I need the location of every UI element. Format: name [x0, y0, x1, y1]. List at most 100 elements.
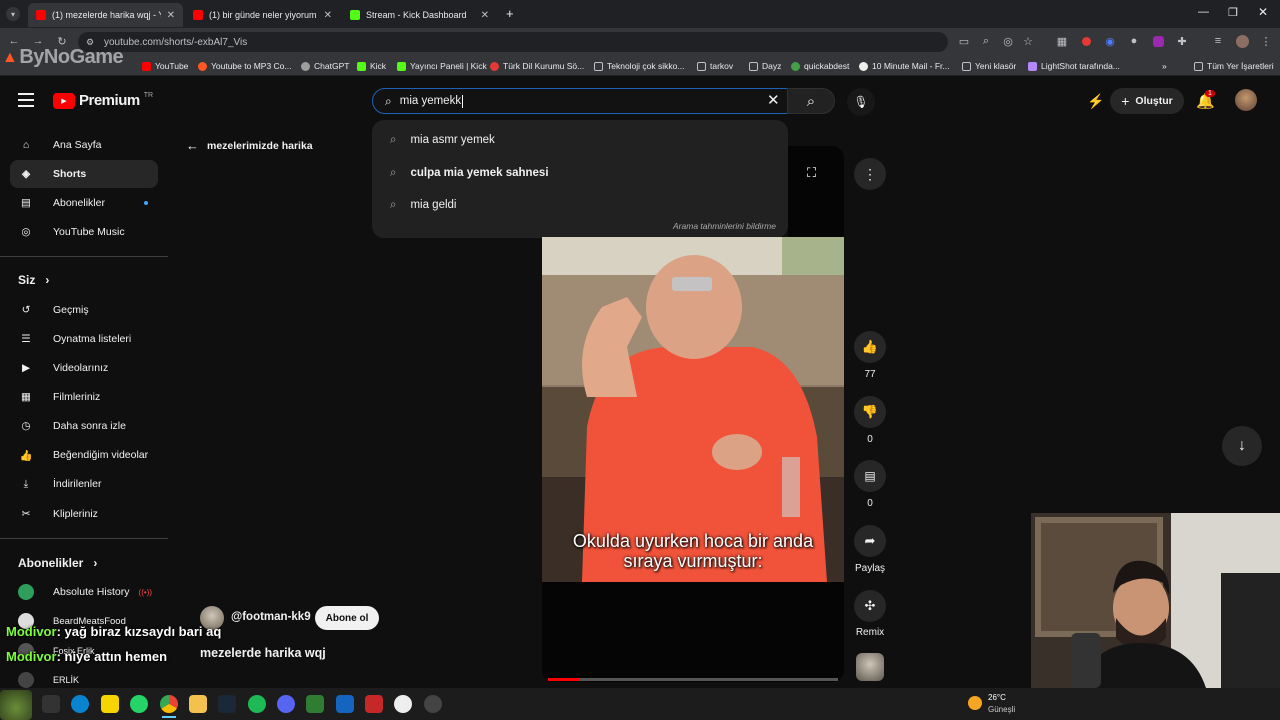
star-icon[interactable]: ☆ [1022, 35, 1034, 48]
sidebar-item-subscriptions[interactable]: ▤ Abonelikler [10, 189, 158, 217]
tab-search-button[interactable]: ▾ [6, 7, 20, 21]
sidebar-item-downloads[interactable]: ⤓ İndirilenler [10, 470, 158, 498]
sidebar-sub-item[interactable]: Absolute History ((•)) [10, 578, 158, 606]
suggestion-item[interactable]: ⌕ mia asmr yemek [390, 129, 495, 151]
comments-button[interactable]: ▤ [854, 460, 886, 492]
fullscreen-icon[interactable]: ⛶ [807, 165, 816, 181]
extension-4-icon[interactable]: ● [1128, 35, 1140, 47]
sidebar-item-liked[interactable]: 👍 Beğendiğim videolar [10, 441, 158, 469]
bookmark-folder[interactable]: Dayz [749, 58, 781, 74]
channel-handle[interactable]: @footman-kk9 [231, 611, 311, 623]
obs-icon[interactable] [424, 695, 442, 713]
file-explorer-icon[interactable] [189, 695, 207, 713]
sidebar-item-home[interactable]: ⌂ Ana Sayfa [10, 131, 158, 159]
browser-menu-icon[interactable]: ⋮ [1260, 35, 1272, 48]
tab-kick[interactable]: Stream - Kick Dashboard ✕ [342, 3, 497, 27]
new-tab-button[interactable]: + [506, 6, 514, 21]
bookmarks-overflow[interactable]: » [1162, 58, 1167, 74]
share-button[interactable]: ➦ [854, 525, 886, 557]
all-bookmarks[interactable]: Tüm Yer İşaretleri [1194, 58, 1274, 74]
bookmark-tdk[interactable]: Türk Dil Kurumu Sö... [490, 58, 584, 74]
search-input[interactable]: ⌕ mia yemekk [372, 88, 788, 114]
subscribe-button[interactable]: Abone ol [315, 606, 379, 630]
chrome-icon[interactable] [160, 695, 178, 713]
sticky-notes-icon[interactable] [101, 695, 119, 713]
account-avatar[interactable] [1235, 89, 1257, 111]
youtube-premium-logo[interactable]: ▶ Premium TR [53, 92, 153, 109]
spotify-icon[interactable] [248, 695, 266, 713]
bookmark-mp3[interactable]: Youtube to MP3 Co... [198, 58, 292, 74]
sidebar-item-watch-later[interactable]: ◷ Daha sonra izle [10, 412, 158, 440]
profile-avatar[interactable] [1236, 35, 1249, 48]
sidebar-item-history[interactable]: ↺ Geçmiş [10, 296, 158, 324]
clear-search-icon[interactable]: ✕ [767, 91, 780, 109]
cast-icon[interactable]: ▭ [958, 35, 970, 48]
weather-temp[interactable]: 26°C [988, 693, 1006, 702]
close-tab-icon[interactable]: ✕ [481, 10, 489, 21]
bookmark-quickabdest[interactable]: quickabdest [791, 58, 849, 74]
extension-1-icon[interactable]: ▦ [1056, 35, 1068, 48]
sidebar-item-music[interactable]: ◎ YouTube Music [10, 218, 158, 246]
steam-icon[interactable] [218, 695, 236, 713]
bookmark-folder[interactable]: Teknoloji çok sikko... [594, 58, 684, 74]
sidebar-item-clips[interactable]: ✂ Klipleriniz [10, 500, 158, 528]
zoom-icon[interactable]: ⌕ [980, 35, 992, 47]
remix-button[interactable]: ✣ [854, 590, 886, 622]
tab-youtube-2[interactable]: (1) bir günde neler yiyorum ✕ [185, 3, 340, 27]
bookmark-youtube[interactable]: YouTube [142, 58, 188, 74]
extensions-puzzle-icon[interactable]: ✚ [1176, 35, 1188, 48]
tab-youtube-active[interactable]: (1) mezelerde harika wqj - YouTube ✕ [28, 3, 183, 27]
sidebar-section-you[interactable]: Siz › [18, 273, 49, 287]
extension-2-icon[interactable] [1082, 37, 1091, 46]
eye-off-icon[interactable]: ◎ [1002, 35, 1014, 48]
bookmark-chatgpt[interactable]: ChatGPT [301, 58, 349, 74]
extension-5-icon[interactable] [1153, 36, 1164, 47]
address-bar[interactable]: youtube.com/shorts/-exbAl7_Vis [78, 32, 948, 52]
minimize-icon[interactable]: — [1198, 6, 1209, 18]
tab-list-icon[interactable]: ≡ [1212, 35, 1224, 47]
back-to-results[interactable]: ← mezelerimizde harika [186, 138, 313, 153]
create-shortcut-icon[interactable]: ⚡ [1087, 93, 1104, 110]
bookmark-10minutemail[interactable]: 10 Minute Mail - Fr... [859, 58, 949, 74]
dislike-button[interactable]: 👎 [854, 396, 886, 428]
sidebar-item-your-videos[interactable]: ▶ Videolarınız [10, 354, 158, 382]
next-short-button[interactable]: ↓ [1222, 426, 1262, 466]
create-button[interactable]: + Oluştur [1110, 88, 1184, 114]
search-icon: ⌕ [385, 93, 392, 108]
like-button[interactable]: 👍 [854, 331, 886, 363]
bookmark-folder[interactable]: tarkov [697, 58, 733, 74]
bookmark-lightshot[interactable]: LightShot tarafında... [1028, 58, 1120, 74]
bookmark-kick-panel[interactable]: Yayıncı Paneli | Kick [397, 58, 487, 74]
bookmark-kick[interactable]: Kick [357, 58, 386, 74]
sidebar-item-playlists[interactable]: ☰ Oynatma listeleri [10, 325, 158, 353]
bookmark-folder[interactable]: Yeni klasör [962, 58, 1016, 74]
start-frog-icon[interactable] [0, 690, 32, 720]
restore-icon[interactable]: ❐ [1228, 6, 1238, 19]
edge-icon[interactable] [71, 695, 89, 713]
voice-search-button[interactable]: 🎙 [847, 88, 875, 116]
close-tab-icon[interactable]: ✕ [167, 10, 175, 21]
report-predictions-link[interactable]: Arama tahminlerini bildirme [673, 221, 776, 231]
sidebar-item-movies[interactable]: ▦ Filmleriniz [10, 383, 158, 411]
short-video[interactable]: Okulda uyurken hoca bir anda sıraya vurm… [542, 237, 844, 582]
whatsapp-icon[interactable] [130, 695, 148, 713]
taskbar-app-icon[interactable] [336, 695, 354, 713]
sidebar-item-shorts[interactable]: ◈ Shorts [10, 160, 158, 188]
taskbar-app-icon[interactable] [42, 695, 60, 713]
suggestion-item[interactable]: ⌕ mia geldi [390, 194, 456, 216]
window-close-icon[interactable]: ✕ [1258, 5, 1268, 19]
sidebar-section-subscriptions[interactable]: Abonelikler › [18, 556, 97, 570]
audio-thumbnail[interactable] [856, 653, 884, 681]
discord-icon[interactable] [277, 695, 295, 713]
taskbar-app-icon[interactable] [394, 695, 412, 713]
close-tab-icon[interactable]: ✕ [324, 10, 332, 21]
suggestion-item[interactable]: ⌕ culpa mia yemek sahnesi [390, 162, 549, 184]
hamburger-menu-icon[interactable] [18, 93, 34, 107]
progress-track[interactable] [548, 678, 838, 681]
more-options-button[interactable]: ⋮ [854, 158, 886, 190]
taskbar-app-icon[interactable] [306, 695, 324, 713]
lightshot-icon [1028, 61, 1037, 71]
acrobat-icon[interactable] [365, 695, 383, 713]
search-button[interactable]: ⌕ [787, 88, 835, 114]
extension-3-icon[interactable]: ◉ [1104, 35, 1116, 48]
